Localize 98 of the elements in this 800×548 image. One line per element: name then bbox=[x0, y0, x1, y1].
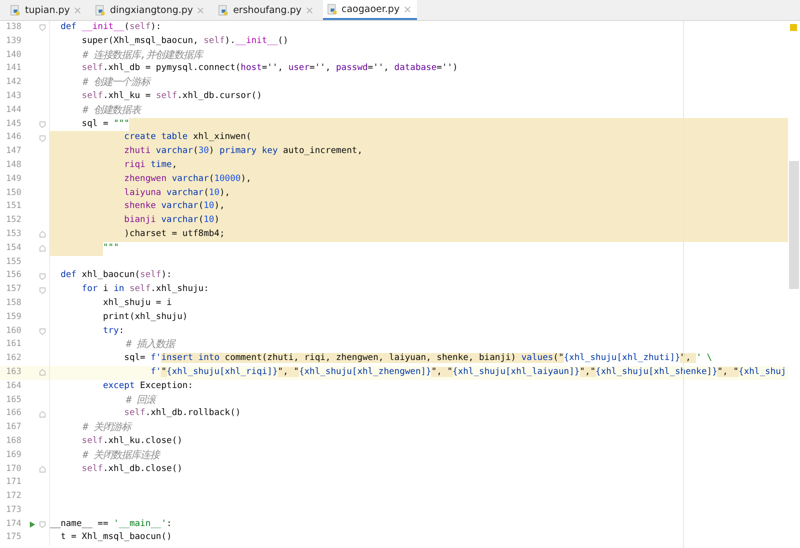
python-file-icon bbox=[218, 4, 230, 16]
line-number: 141 bbox=[5, 62, 22, 76]
line-number: 139 bbox=[5, 34, 22, 48]
code-line: f'"{xhl_shuju[xhl_riqi]}", "{xhl_shuju[xhl_zhengwen]}", "{xhl_shuju[xhl_laiyaun]}","{xhl_shuju[xhl_shenke]}", "{xhl_shuj bbox=[150, 366, 786, 379]
python-file-icon bbox=[326, 4, 338, 14]
line-number: 173 bbox=[5, 504, 22, 517]
line-number: 169 bbox=[5, 448, 22, 462]
fold-end-icon[interactable] bbox=[39, 369, 46, 376]
line-number: 138 bbox=[5, 21, 22, 34]
line-number: 152 bbox=[5, 214, 22, 228]
fold-icon[interactable] bbox=[39, 134, 46, 142]
code-line: self.xhl_ku.close() bbox=[80, 434, 182, 448]
line-number: 148 bbox=[5, 158, 22, 172]
line-number: 168 bbox=[5, 434, 22, 448]
line-number: 158 bbox=[5, 296, 22, 310]
file-tab[interactable]: tupian.py bbox=[6, 0, 87, 20]
close-icon[interactable] bbox=[404, 6, 411, 12]
fold-icon[interactable] bbox=[39, 521, 46, 528]
code-line: """ bbox=[103, 242, 119, 255]
code-line: def xhl_baocun(self): bbox=[60, 269, 172, 282]
fold-icon[interactable] bbox=[39, 24, 46, 32]
code-line: sql = """ bbox=[80, 118, 130, 131]
line-number: 161 bbox=[5, 338, 22, 352]
code-line: except Exception: bbox=[102, 380, 194, 393]
code-line: print(xhl_shuju) bbox=[102, 310, 188, 324]
line-number: 175 bbox=[5, 531, 22, 544]
line-number: 155 bbox=[5, 256, 22, 269]
line-number: 142 bbox=[5, 76, 22, 90]
line-number: 160 bbox=[5, 324, 22, 338]
code-comment: # 插入数据 bbox=[124, 338, 174, 352]
code-line: xhl_shuju = i bbox=[102, 296, 172, 310]
code-comment: # 关闭游标 bbox=[82, 421, 131, 435]
line-number: 146 bbox=[5, 131, 22, 144]
line-number: 157 bbox=[5, 283, 22, 296]
fold-icon[interactable] bbox=[39, 272, 46, 280]
code-line: self.xhl_db.close() bbox=[80, 462, 182, 476]
code-line: )charset = utf8mb4; bbox=[123, 228, 225, 241]
fold-end-icon[interactable] bbox=[39, 410, 46, 418]
close-icon[interactable] bbox=[306, 6, 313, 14]
code-line: try: bbox=[102, 324, 124, 338]
line-number: 174 bbox=[5, 518, 22, 531]
line-number: 140 bbox=[5, 48, 22, 62]
code-comment: # 回滚 bbox=[124, 394, 156, 408]
file-tab[interactable]: dingxiangtong.py bbox=[90, 0, 210, 20]
code-line: riqi time, bbox=[123, 158, 178, 172]
code-line: laiyuna varchar(10), bbox=[123, 186, 230, 200]
line-number: 166 bbox=[5, 407, 22, 420]
line-number: 156 bbox=[5, 269, 22, 282]
code-line: zhengwen varchar(10000), bbox=[123, 172, 252, 186]
code-line: __name__ == '__main__': bbox=[50, 518, 172, 531]
file-tab[interactable]: ershoufang.py bbox=[214, 0, 319, 20]
code-line: zhuti varchar(30) primary key auto_increment, bbox=[123, 145, 363, 158]
line-number: 163 bbox=[5, 366, 22, 379]
line-number: 165 bbox=[5, 394, 22, 407]
python-file-icon bbox=[10, 4, 21, 16]
code-line: shenke varchar(10), bbox=[123, 200, 225, 214]
code-line: def __init__(self): bbox=[60, 21, 162, 34]
close-icon[interactable] bbox=[197, 6, 204, 14]
code-line: for i in self.xhl_shuju: bbox=[80, 283, 209, 296]
code-line: self.xhl_ku = self.xhl_db.cursor() bbox=[80, 90, 262, 103]
fold-end-icon[interactable] bbox=[39, 245, 46, 252]
fold-icon[interactable] bbox=[39, 286, 46, 294]
code-comment: # 创建一个游标 bbox=[82, 76, 150, 90]
line-number: 153 bbox=[5, 228, 22, 241]
code-comment: # 创建数据表 bbox=[82, 104, 140, 118]
code-line: super(Xhl_msql_baocun, self).__init__() bbox=[80, 34, 288, 48]
line-number: 154 bbox=[5, 242, 22, 255]
code-comment: # 连接数据库,并创建数据库 bbox=[82, 48, 202, 62]
scrollbar-thumb[interactable] bbox=[789, 161, 799, 289]
code-line: bianji varchar(10) bbox=[123, 214, 220, 228]
fold-end-icon[interactable] bbox=[39, 466, 46, 473]
fold-end-icon[interactable] bbox=[39, 231, 46, 238]
line-number: 149 bbox=[5, 172, 22, 186]
line-number: 171 bbox=[5, 476, 22, 490]
code-line: self.xhl_db = pymysql.connect(host='', user='', passwd='', database='') bbox=[80, 62, 458, 76]
fold-icon[interactable] bbox=[39, 328, 46, 335]
warning-icon bbox=[790, 24, 797, 31]
line-number: 167 bbox=[5, 421, 22, 434]
line-number: 144 bbox=[5, 104, 22, 117]
code-line: self.xhl_db.rollback() bbox=[123, 407, 241, 420]
close-icon[interactable] bbox=[74, 6, 81, 14]
run-icon[interactable] bbox=[29, 521, 36, 528]
line-number: 164 bbox=[5, 380, 22, 393]
code-comment: # 关闭数据库连接 bbox=[82, 448, 160, 462]
line-number: 172 bbox=[5, 490, 22, 504]
line-number: 151 bbox=[5, 200, 22, 214]
line-number: 145 bbox=[5, 118, 22, 131]
file-tab[interactable]: caogaoer.py bbox=[322, 0, 417, 20]
line-number: 162 bbox=[5, 352, 22, 366]
fold-icon[interactable] bbox=[39, 120, 46, 128]
python-file-icon bbox=[94, 4, 106, 16]
line-number: 170 bbox=[5, 462, 22, 476]
line-number: 150 bbox=[5, 186, 22, 200]
code-line: create table xhl_xinwen( bbox=[123, 131, 252, 144]
line-number: 147 bbox=[5, 145, 22, 158]
line-number: 159 bbox=[5, 310, 22, 324]
line-number: 143 bbox=[5, 90, 22, 103]
code-line: t = Xhl_msql_baocun() bbox=[60, 531, 172, 544]
